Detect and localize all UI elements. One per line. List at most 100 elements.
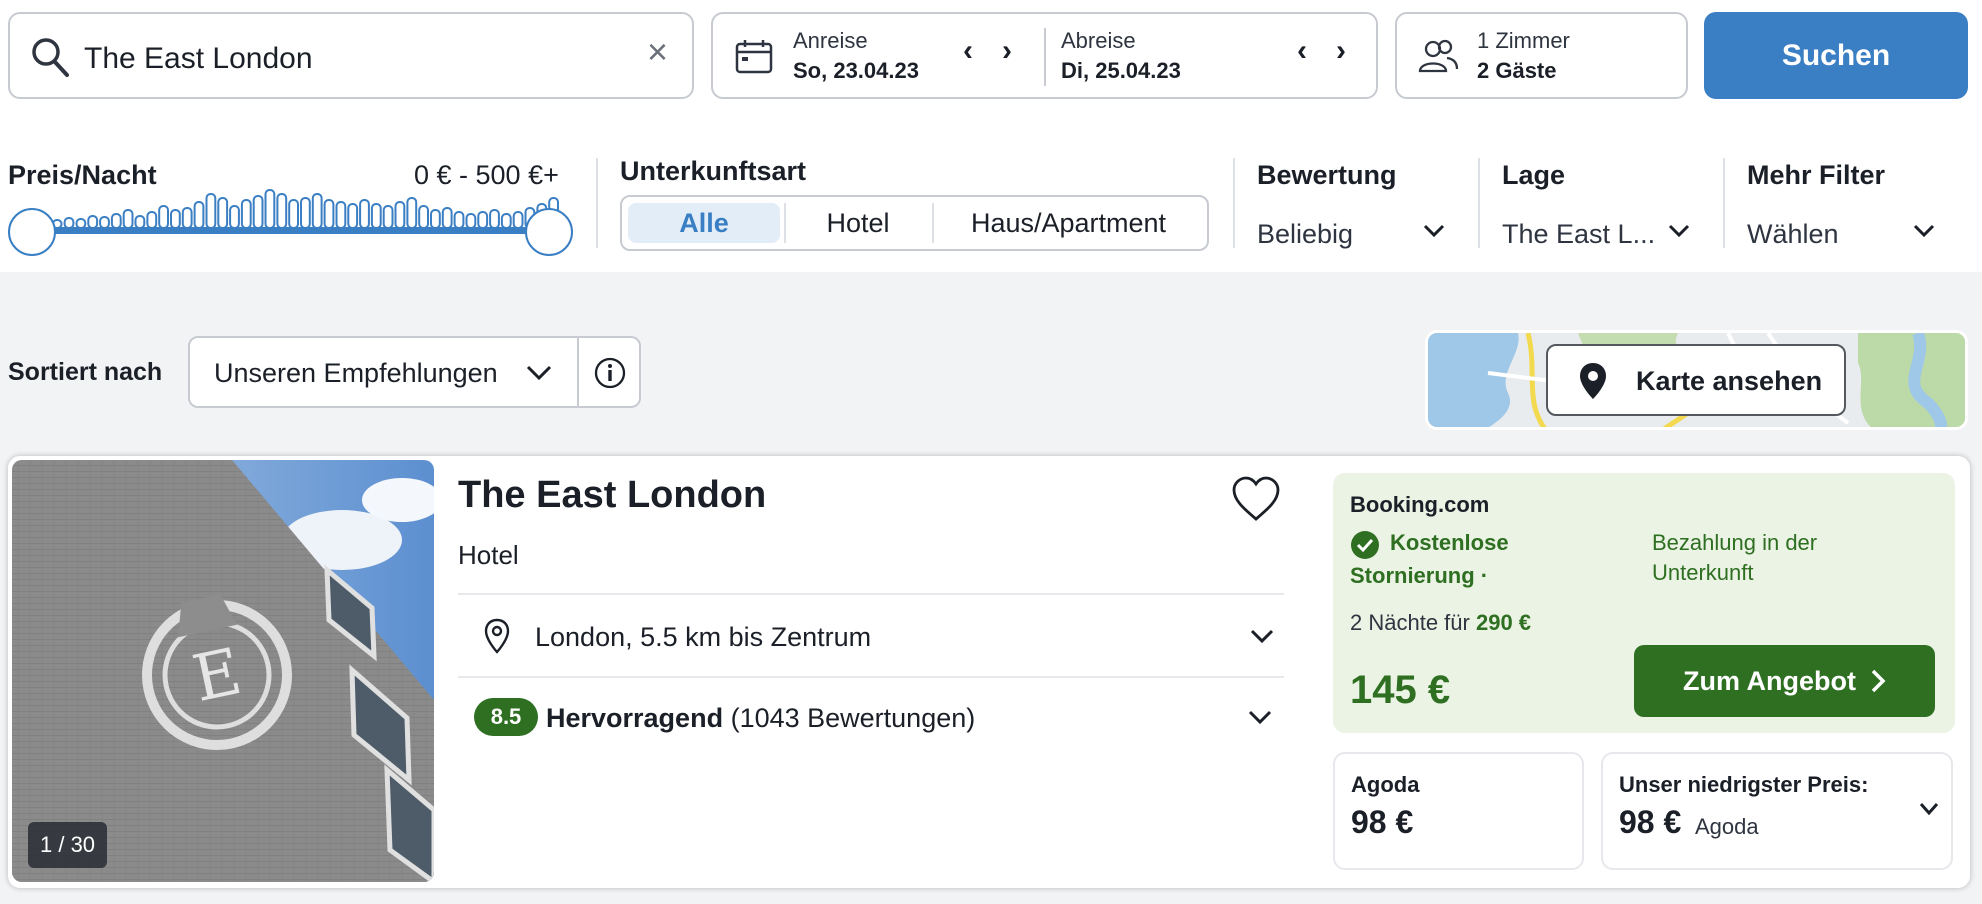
histogram-bar bbox=[122, 209, 134, 229]
filter-divider bbox=[596, 158, 598, 248]
histogram-bar bbox=[477, 211, 489, 229]
histogram-bar bbox=[418, 205, 430, 229]
type-segmented-control: Alle Hotel Haus/Apartment bbox=[620, 195, 1209, 251]
view-map-button[interactable]: Karte ansehen bbox=[1546, 344, 1846, 416]
lowest-price-provider: Agoda bbox=[1695, 814, 1759, 839]
location-filter-title: Lage bbox=[1502, 160, 1566, 190]
hotel-photo[interactable]: E bbox=[12, 460, 434, 882]
hotel-location: London, 5.5 km bis Zentrum bbox=[535, 622, 872, 652]
checkin-next-icon[interactable]: › bbox=[1002, 36, 1012, 66]
histogram-bar bbox=[500, 213, 512, 229]
divider bbox=[458, 676, 1284, 678]
hotel-building-image: E bbox=[12, 460, 434, 882]
view-map-label: Karte ansehen bbox=[1636, 366, 1823, 396]
photo-counter: 1 / 30 bbox=[28, 822, 108, 868]
checkin-label: Anreise bbox=[793, 28, 868, 53]
histogram-bar bbox=[158, 205, 169, 229]
sort-label: Sortiert nach bbox=[8, 358, 163, 386]
type-option-hotel[interactable]: Hotel bbox=[788, 203, 928, 243]
alt-offer-provider: Agoda bbox=[1351, 772, 1420, 797]
clear-icon[interactable]: × bbox=[647, 34, 668, 70]
sort-dropdown[interactable]: Unseren Empfehlungen bbox=[188, 336, 641, 408]
sort-value[interactable]: Unseren Empfehlungen bbox=[214, 358, 498, 389]
checkout-value[interactable]: Di, 25.04.23 bbox=[1061, 58, 1181, 84]
checkout-label: Abreise bbox=[1061, 28, 1136, 53]
histogram-bar bbox=[240, 199, 252, 229]
chevron-down-icon[interactable] bbox=[1913, 223, 1935, 239]
type-option-apartment[interactable]: Haus/Apartment bbox=[936, 203, 1201, 243]
rating-summary: Hervorragend (1043 Bewertungen) bbox=[546, 703, 975, 734]
checkout-prev-icon[interactable]: ‹ bbox=[1297, 36, 1307, 66]
date-picker[interactable]: Anreise So, 23.04.23 ‹ › Abreise Di, 25.… bbox=[711, 12, 1378, 99]
histogram-bar bbox=[406, 197, 418, 229]
histogram-bar bbox=[181, 207, 193, 229]
chevron-down-icon[interactable] bbox=[1248, 710, 1272, 726]
offer-provider: Booking.com bbox=[1350, 492, 1490, 517]
chevron-down-icon[interactable] bbox=[1250, 629, 1274, 645]
agoda-offer[interactable]: Agoda 98 € bbox=[1333, 752, 1584, 870]
more-filters-title: Mehr Filter bbox=[1747, 160, 1886, 190]
guests-selector[interactable]: 1 Zimmer 2 Gäste bbox=[1395, 12, 1688, 99]
histogram-bar bbox=[300, 197, 311, 229]
segment-divider bbox=[784, 203, 786, 243]
guests-icon bbox=[1417, 38, 1459, 79]
check-circle-icon bbox=[1351, 531, 1379, 559]
checkout-next-icon[interactable]: › bbox=[1336, 36, 1346, 66]
filter-divider bbox=[1478, 158, 1480, 248]
rating-score-badge: 8.5 bbox=[474, 698, 538, 736]
heart-icon[interactable] bbox=[1231, 476, 1281, 522]
histogram-bar bbox=[110, 213, 122, 229]
price-slider-track[interactable] bbox=[30, 227, 550, 234]
view-offer-label: Zum Angebot bbox=[1683, 665, 1856, 696]
histogram-bar bbox=[276, 193, 288, 229]
lowest-price-box[interactable]: Unser niedrigster Preis: 98 € Agoda bbox=[1601, 752, 1953, 870]
rooms-count: 1 Zimmer bbox=[1477, 28, 1570, 53]
more-filters-value[interactable]: Wählen bbox=[1747, 219, 1839, 250]
filter-divider bbox=[1723, 158, 1725, 248]
histogram-bar bbox=[288, 199, 299, 229]
segment-divider bbox=[932, 203, 934, 243]
search-input[interactable]: The East London bbox=[84, 42, 313, 76]
histogram-bar bbox=[170, 209, 181, 229]
total-price: 290 € bbox=[1475, 610, 1532, 635]
location-filter-value[interactable]: The East L... bbox=[1502, 219, 1655, 250]
chevron-down-icon[interactable] bbox=[1919, 802, 1939, 816]
calendar-icon bbox=[735, 40, 773, 79]
type-option-all[interactable]: Alle bbox=[628, 203, 780, 243]
rating-filter-value[interactable]: Beliebig bbox=[1257, 219, 1353, 250]
chevron-down-icon[interactable] bbox=[1668, 223, 1690, 239]
info-icon[interactable] bbox=[594, 357, 626, 389]
location-pin-icon bbox=[1580, 363, 1606, 399]
search-icon bbox=[30, 36, 70, 83]
hotel-type: Hotel bbox=[458, 540, 519, 570]
histogram-bar bbox=[323, 199, 335, 229]
pay-at-property-line1: Bezahlung in der bbox=[1652, 530, 1818, 555]
histogram-bar bbox=[252, 195, 264, 229]
search-button[interactable]: Suchen bbox=[1704, 12, 1968, 99]
price-min-handle[interactable] bbox=[8, 208, 56, 256]
price-max-handle[interactable] bbox=[525, 208, 573, 256]
lowest-price-label: Unser niedrigster Preis: bbox=[1619, 772, 1869, 797]
histogram-bar bbox=[489, 209, 500, 229]
chevron-down-icon[interactable] bbox=[1423, 223, 1445, 239]
chevron-down-icon[interactable] bbox=[526, 365, 552, 381]
histogram-bar bbox=[430, 209, 441, 229]
pay-at-property-line2: Unterkunft bbox=[1652, 560, 1754, 585]
rating-filter-title: Bewertung bbox=[1257, 160, 1397, 190]
search-box[interactable]: The East London × bbox=[8, 12, 694, 99]
histogram-bar bbox=[347, 203, 359, 229]
checkin-value[interactable]: So, 23.04.23 bbox=[793, 58, 919, 84]
histogram-bar bbox=[146, 211, 158, 229]
checkin-prev-icon[interactable]: ‹ bbox=[963, 36, 973, 66]
nights-text: 2 Nächte für bbox=[1350, 610, 1470, 635]
hotel-name[interactable]: The East London bbox=[458, 474, 766, 517]
view-offer-button[interactable]: Zum Angebot bbox=[1634, 645, 1935, 717]
alt-offer-price: 98 € bbox=[1351, 804, 1414, 840]
nightly-price: 145 € bbox=[1350, 668, 1451, 712]
filter-divider bbox=[1233, 158, 1235, 248]
location-pin-icon bbox=[484, 618, 510, 654]
histogram-bar bbox=[193, 201, 205, 229]
date-divider bbox=[1044, 28, 1046, 86]
histogram-bar bbox=[359, 199, 370, 229]
histogram-bar bbox=[453, 211, 465, 229]
